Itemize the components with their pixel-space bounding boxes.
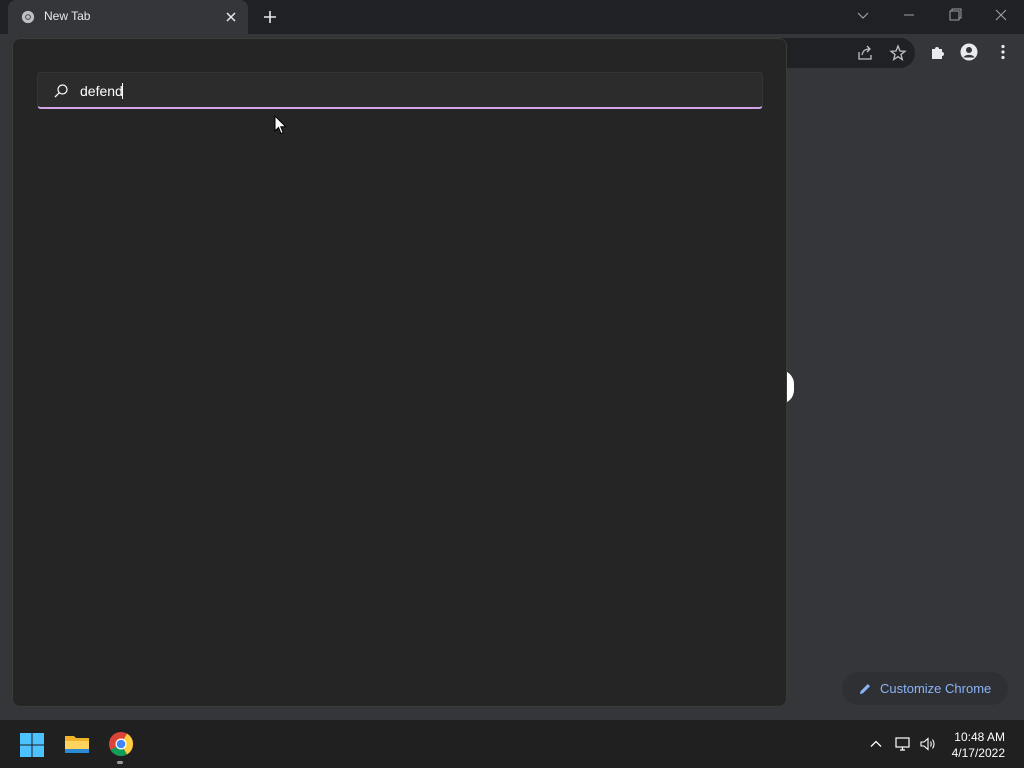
- address-bar[interactable]: [770, 38, 915, 68]
- search-input[interactable]: [78, 78, 742, 104]
- text-caret: [122, 83, 123, 99]
- more-menu-icon[interactable]: [994, 43, 1012, 61]
- close-window-icon[interactable]: [988, 4, 1014, 26]
- clock-time: 10:48 AM: [954, 730, 1005, 744]
- extensions-puzzle-icon[interactable]: [929, 43, 947, 61]
- bookmark-star-icon[interactable]: [889, 44, 907, 62]
- search-icon: [54, 84, 68, 98]
- show-hidden-icons-chevron-icon[interactable]: [867, 735, 885, 753]
- tab-new-tab[interactable]: New Tab: [8, 0, 248, 34]
- profile-avatar-icon[interactable]: [960, 43, 978, 61]
- share-icon[interactable]: [856, 44, 874, 62]
- chrome-icon[interactable]: [107, 730, 135, 758]
- pencil-icon: [860, 683, 870, 694]
- tab-title: New Tab: [44, 9, 91, 23]
- taskbar: 10:48 AM 4/17/2022: [0, 720, 1024, 768]
- system-clock[interactable]: 10:48 AM 4/17/2022: [952, 729, 1005, 761]
- customize-chrome-label: Customize Chrome: [880, 681, 992, 696]
- customize-chrome-button[interactable]: Customize Chrome: [842, 672, 1008, 705]
- windows-search-flyout: [12, 38, 787, 707]
- search-box[interactable]: [37, 72, 763, 109]
- chrome-running-indicator: [117, 761, 123, 764]
- clock-date: 4/17/2022: [951, 746, 1005, 760]
- close-tab-icon[interactable]: [222, 8, 240, 26]
- chrome-favicon-icon: [21, 10, 35, 24]
- start-icon[interactable]: [19, 732, 45, 758]
- file-explorer-icon[interactable]: [63, 730, 91, 758]
- tab-search-chevron-icon[interactable]: [850, 4, 876, 26]
- restore-icon[interactable]: [942, 4, 968, 26]
- new-tab-plus-icon[interactable]: [259, 6, 281, 28]
- minimize-icon[interactable]: [896, 4, 922, 26]
- browser-title-bar: New Tab: [0, 0, 1024, 34]
- mouse-pointer-icon: [274, 115, 288, 135]
- network-icon[interactable]: [894, 735, 912, 753]
- volume-icon[interactable]: [919, 735, 937, 753]
